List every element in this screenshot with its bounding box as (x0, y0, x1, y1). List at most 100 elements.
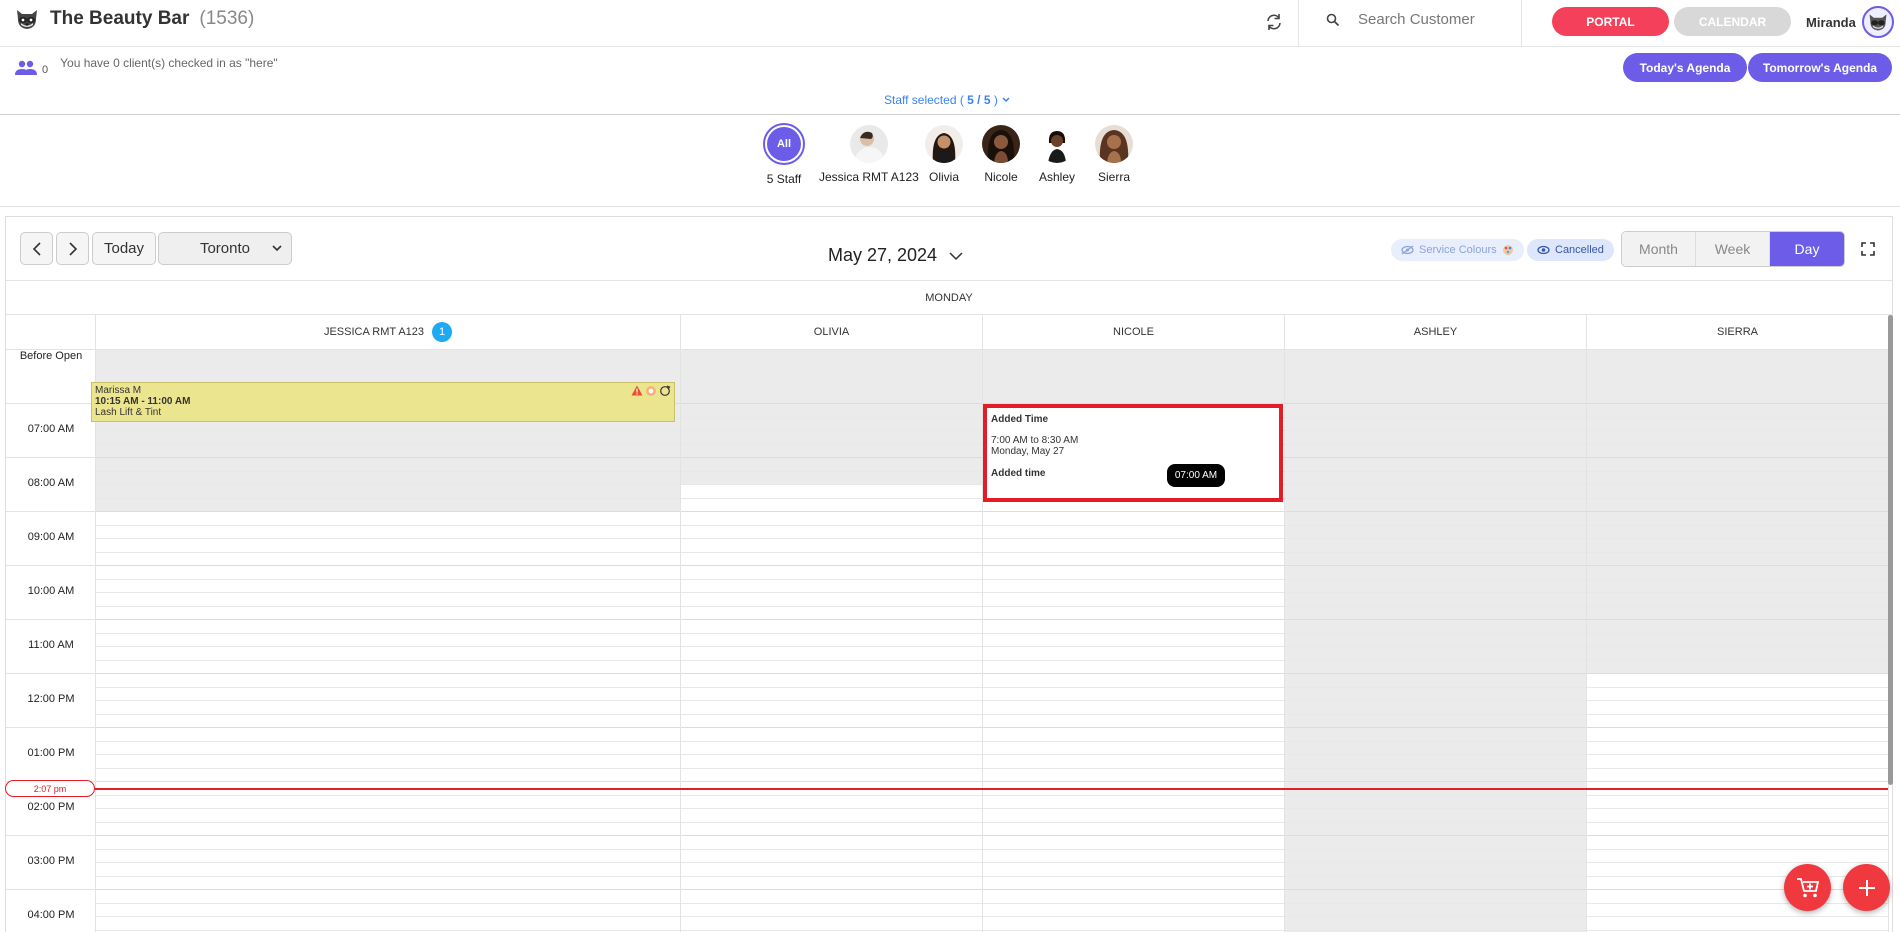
staff-filter-sierra[interactable]: Sierra (1095, 125, 1133, 184)
staff-column-sierra[interactable] (1587, 350, 1889, 932)
refresh-icon[interactable] (1264, 12, 1284, 32)
staff-column-olivia[interactable] (681, 350, 983, 932)
time-slot-line (681, 632, 982, 634)
time-slot-line (681, 740, 982, 742)
add-button[interactable] (1843, 864, 1890, 911)
time-slot-line (96, 916, 680, 917)
column-header-jessica[interactable]: JESSICA RMT A123 1 (96, 315, 681, 350)
tomorrows-agenda-button[interactable]: Tomorrow's Agenda (1748, 53, 1892, 82)
badge-icon (646, 386, 656, 396)
time-slot-line (681, 511, 982, 512)
time-label: 02:00 PM (27, 801, 75, 813)
time-slot-line (1285, 511, 1586, 512)
time-slot-line (1587, 727, 1888, 728)
time-slot-line (681, 578, 982, 580)
time-slot-line (96, 578, 680, 580)
time-slot-line (681, 781, 982, 782)
time-slot-line (96, 457, 680, 458)
time-slot-line (96, 740, 680, 742)
date-picker[interactable]: May 27, 2024 (828, 245, 963, 266)
time-tooltip: 07:00 AM (1167, 464, 1225, 487)
column-header-ashley[interactable]: ASHLEY (1285, 315, 1587, 350)
appointment-card[interactable]: Marissa M 10:15 AM - 11:00 AM Lash Lift … (91, 382, 675, 422)
staff-filter-all[interactable]: All 5 Staff (763, 123, 805, 186)
all-staff-badge: All (763, 123, 805, 165)
brand[interactable]: The Beauty Bar (1536) (14, 6, 254, 32)
cancelled-toggle[interactable]: Cancelled (1527, 239, 1614, 261)
time-slot-line (681, 889, 982, 890)
time-slot-line (681, 794, 982, 796)
column-header-olivia[interactable]: OLIVIA (681, 315, 983, 350)
add-cart-button[interactable] (1784, 864, 1831, 911)
service-colours-toggle[interactable]: Service Colours (1391, 239, 1524, 261)
timezone-select[interactable]: Toronto (158, 232, 292, 265)
time-slot-line (96, 754, 680, 755)
time-slot-line (96, 619, 680, 620)
time-slot-line (681, 916, 982, 917)
time-label: 01:00 PM (27, 747, 75, 759)
staff-filter-jessica[interactable]: Jessica RMT A123 (819, 125, 919, 184)
calendar-scrollbar[interactable] (1888, 315, 1893, 785)
staff-filter-nicole[interactable]: Nicole (982, 125, 1020, 184)
staff-column-jessica[interactable] (96, 350, 681, 932)
portal-button[interactable]: PORTAL (1552, 7, 1669, 36)
hour-line (6, 673, 96, 674)
column-header-nicole[interactable]: NICOLE (983, 315, 1285, 350)
column-name: ASHLEY (1413, 326, 1458, 338)
column-name: NICOLE (1113, 326, 1154, 338)
checked-in-count: 0 (42, 64, 49, 76)
time-slot-line (96, 781, 680, 782)
month-view-button[interactable]: Month (1622, 232, 1696, 266)
user-menu[interactable]: Miranda (1806, 6, 1894, 38)
today-button[interactable]: Today (92, 232, 156, 265)
staff-filter-ashley[interactable]: Ashley (1038, 125, 1076, 184)
time-slot-line (1587, 835, 1888, 836)
next-day-button[interactable] (56, 232, 89, 265)
time-slot-line (681, 524, 982, 526)
week-view-button[interactable]: Week (1696, 232, 1770, 266)
time-slot-line (1285, 565, 1586, 566)
raccoon-avatar-icon (1869, 14, 1887, 31)
prev-day-button[interactable] (20, 232, 53, 265)
column-name: OLIVIA (813, 326, 850, 338)
time-slot-line (96, 862, 680, 863)
time-slot-line (1285, 740, 1586, 742)
search-input[interactable] (1358, 11, 1528, 28)
time-slot-line (1285, 848, 1586, 850)
todays-agenda-button[interactable]: Today's Agenda (1623, 53, 1747, 82)
column-name: SIERRA (1717, 326, 1758, 338)
time-slot-line (1587, 862, 1888, 863)
fullscreen-icon[interactable] (1861, 242, 1875, 256)
eye-icon (1537, 245, 1550, 255)
time-slot-line (983, 619, 1284, 620)
time-slot-line (1285, 659, 1586, 661)
all-staff-badge-text: All (767, 127, 801, 161)
time-slot-line (1285, 713, 1586, 715)
time-slot-line (96, 821, 680, 823)
added-time-popover[interactable]: Added Time 7:00 AM to 8:30 AM Monday, Ma… (983, 404, 1283, 502)
column-header-sierra[interactable]: SIERRA (1587, 315, 1889, 350)
time-slot-line (1587, 875, 1888, 877)
recurring-icon (660, 385, 671, 396)
staff-selected-toggle[interactable]: Staff selected ( 5 / 5 ) (884, 93, 1011, 107)
time-label: Before Open (19, 350, 83, 362)
calendar-button[interactable]: CALENDAR (1674, 7, 1791, 36)
top-bar: The Beauty Bar (1536) PORTAL CALENDAR Mi… (0, 0, 1900, 47)
time-slot-line (1587, 497, 1888, 499)
time-label: 12:00 PM (27, 693, 75, 705)
customer-search[interactable] (1326, 11, 1528, 28)
time-slot-line (1587, 443, 1888, 445)
staff-column-ashley[interactable] (1285, 350, 1587, 932)
time-label: 10:00 AM (27, 585, 75, 597)
cancelled-label: Cancelled (1555, 244, 1604, 256)
time-slot-line (96, 430, 680, 431)
staff-filter-olivia[interactable]: Olivia (925, 125, 963, 184)
time-slot-line (983, 862, 1284, 863)
time-slot-line (1587, 578, 1888, 580)
hour-line (6, 403, 96, 404)
time-slot-line (96, 713, 680, 715)
day-view-button[interactable]: Day (1770, 232, 1844, 266)
time-slot-line (1285, 902, 1586, 904)
time-label: 07:00 AM (27, 423, 75, 435)
time-slot-line (1285, 592, 1586, 593)
